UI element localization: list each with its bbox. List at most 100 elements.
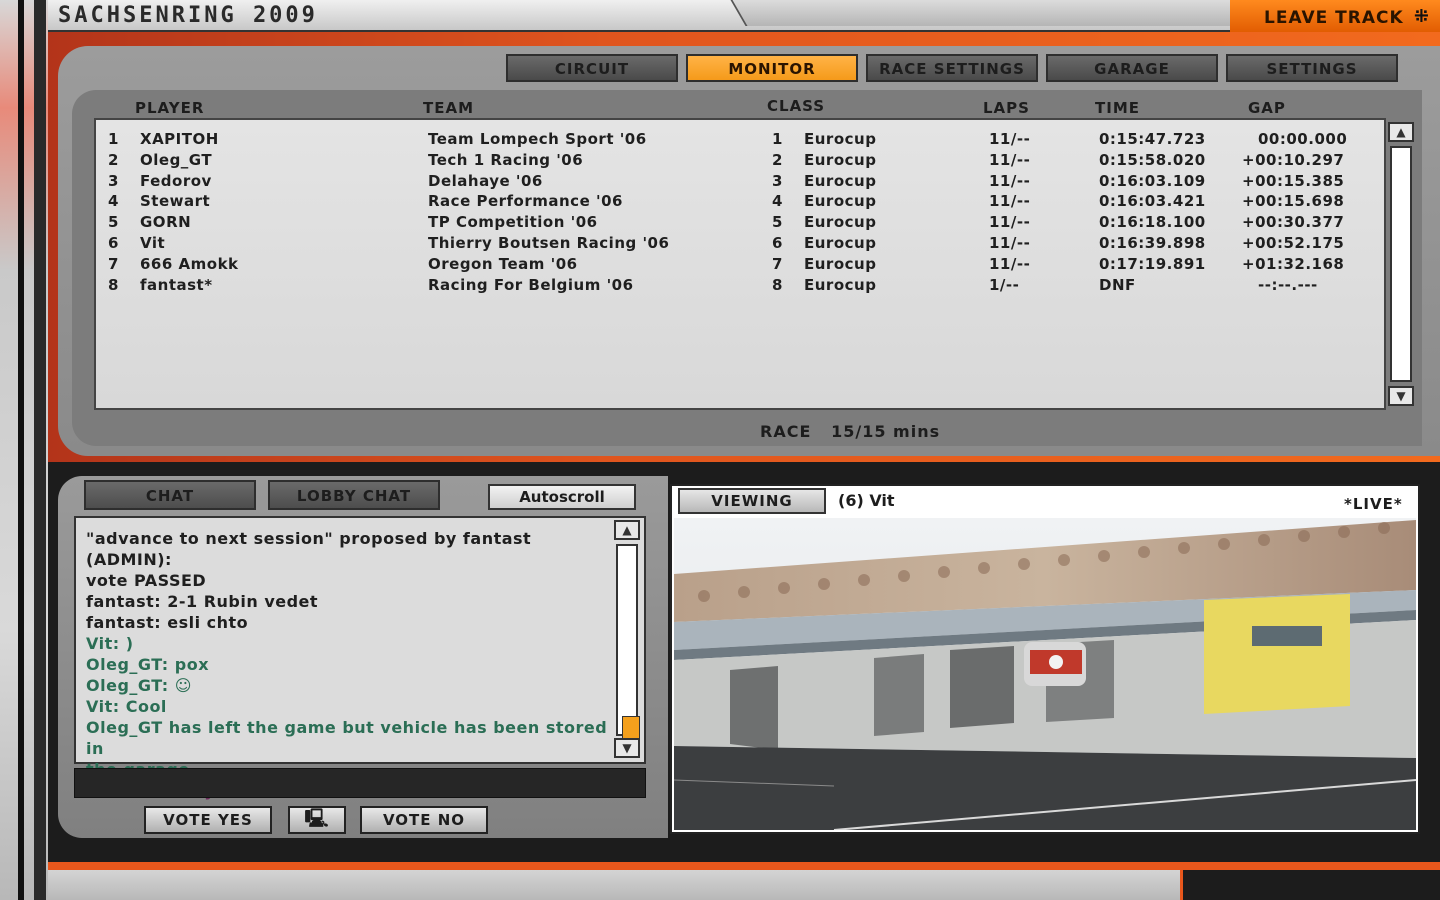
tab-chat[interactable]: CHAT — [84, 480, 256, 510]
cell-time: DNF — [1099, 275, 1136, 294]
left-strip — [0, 0, 48, 900]
cell-gap: +00:15.698 — [1242, 192, 1345, 211]
tab-monitor[interactable]: MONITOR — [686, 54, 858, 82]
viewing-target: (6) Vit — [838, 491, 895, 510]
cell-position: 7 — [108, 254, 119, 273]
table-row[interactable]: 1 XAPITOH Team Lompech Sport '06 1 Eurocup 11… — [96, 130, 1384, 151]
cell-position: 5 — [108, 213, 119, 232]
cell-laps: 11/-- — [989, 234, 1031, 252]
cell-position: 1 — [108, 130, 119, 148]
cell-time: 0:16:39.898 — [1099, 234, 1206, 252]
scroll-track[interactable] — [616, 544, 640, 752]
live-camera-view — [674, 518, 1416, 830]
cell-player: 666 Amokk — [140, 254, 239, 273]
tab-label: CHAT — [145, 487, 195, 505]
table-row[interactable]: 4 Stewart Race Performance '06 4 Eurocup 11/-… — [96, 192, 1384, 213]
leave-track-label: LEAVE TRACK — [1264, 8, 1404, 28]
tab-garage[interactable]: GARAGE — [1046, 54, 1218, 82]
tab-label: LOBBY CHAT — [296, 487, 412, 505]
cell-team: Thierry Boutsen Racing '06 — [428, 234, 670, 252]
cell-laps: 11/-- — [989, 171, 1031, 190]
table-row[interactable]: 3 Fedorov Delahaye '06 3 Eurocup 11/-- 0:16:03… — [96, 172, 1384, 193]
cell-player: Vit — [140, 234, 166, 252]
cell-laps: 11/-- — [989, 150, 1031, 169]
cell-laps: 1/-- — [989, 275, 1020, 294]
computer-icon[interactable]: 🖳 — [288, 806, 346, 834]
tab-label: CIRCUIT — [554, 60, 630, 78]
scroll-down-icon[interactable]: ▼ — [1388, 386, 1414, 406]
table-row[interactable]: 2 Oleg_GT Tech 1 Racing '06 2 Eurocup 11/-- 0:… — [96, 151, 1384, 172]
standings-scrollbar[interactable]: ▲ ▼ — [1388, 122, 1414, 406]
autoscroll-button[interactable]: Autoscroll — [488, 484, 636, 510]
cell-class: Eurocup — [804, 130, 877, 148]
cell-class: Eurocup — [804, 234, 877, 252]
leave-track-button[interactable]: LEAVE TRACK ⁜ — [1230, 0, 1440, 34]
cell-gap: +00:15.385 — [1242, 171, 1345, 190]
chat-message: Oleg_GT: ☺ — [86, 676, 192, 695]
cell-team: Team Lompech Sport '06 — [428, 130, 647, 148]
table-row[interactable]: 7 666 Amokk Oregon Team '06 7 Eurocup 11/-- 0:… — [96, 255, 1384, 276]
tab-race-settings[interactable]: RACE SETTINGS — [866, 54, 1038, 82]
vote-no-button[interactable]: VOTE NO — [360, 806, 488, 834]
table-row[interactable]: 6 Vit Thierry Boutsen Racing '06 6 Eurocup 11… — [96, 234, 1384, 255]
cell-position: 6 — [108, 234, 119, 252]
cell-team: TP Competition '06 — [428, 213, 598, 232]
chat-log: "advance to next session" proposed by fa… — [74, 516, 646, 800]
cell-gap: 00:00.000 — [1258, 130, 1348, 148]
cell-position: 8 — [108, 275, 119, 294]
cell-player: Fedorov — [140, 171, 212, 190]
cell-class-position: 5 — [772, 213, 783, 232]
tab-settings[interactable]: SETTINGS — [1226, 54, 1398, 82]
tab-circuit[interactable]: CIRCUIT — [506, 54, 678, 82]
race-info: RACE 15/15 mins — [760, 422, 940, 441]
viewing-button[interactable]: VIEWING — [678, 488, 826, 514]
tab-lobby-chat[interactable]: LOBBY CHAT — [268, 480, 440, 510]
cell-gap: +01:32.168 — [1242, 254, 1345, 273]
scroll-track[interactable] — [1390, 146, 1412, 382]
scroll-up-icon[interactable]: ▲ — [1388, 122, 1414, 142]
cell-class-position: 1 — [772, 130, 783, 148]
cell-class-position: 2 — [772, 150, 783, 169]
cell-class: Eurocup — [804, 192, 877, 211]
cell-laps: 11/-- — [989, 254, 1031, 273]
cell-team: Tech 1 Racing '06 — [428, 150, 584, 169]
chat-message: fantast: esli chto — [86, 613, 249, 632]
cell-team: Oregon Team '06 — [428, 254, 578, 273]
cell-player: fantast* — [140, 275, 213, 294]
cell-time: 0:16:03.421 — [1099, 192, 1206, 211]
cell-laps: 11/-- — [989, 192, 1031, 211]
chat-scrollbar[interactable]: ▲ ▼ — [614, 520, 640, 760]
chat-input[interactable] — [74, 768, 646, 798]
cell-class-position: 8 — [772, 275, 783, 294]
table-row[interactable]: 5 GORN TP Competition '06 5 Eurocup 11/-- 0:16… — [96, 213, 1384, 234]
column-header-gap: GAP — [1248, 99, 1286, 117]
cell-time: 0:15:58.020 — [1099, 150, 1206, 169]
left-strip-bar — [34, 0, 46, 900]
cell-time: 0:16:03.109 — [1099, 171, 1206, 190]
chat-message: Oleg_GT: pox — [86, 655, 210, 674]
cell-gap: +00:52.175 — [1242, 234, 1345, 252]
cell-position: 4 — [108, 192, 119, 211]
cell-gap: +00:30.377 — [1242, 213, 1345, 232]
live-label: *LIVE* — [1344, 495, 1403, 513]
vote-yes-button[interactable]: VOTE YES — [144, 806, 272, 834]
cell-class-position: 6 — [772, 234, 783, 252]
cell-team: Race Performance '06 — [428, 192, 623, 211]
cell-team: Delahaye '06 — [428, 171, 543, 190]
tab-label: SETTINGS — [1266, 60, 1358, 78]
cell-player: XAPITOH — [140, 130, 219, 148]
table-row[interactable]: 8 fantast* Racing For Belgium '06 8 Eurocup 1… — [96, 276, 1384, 297]
tab-label: RACE SETTINGS — [879, 60, 1025, 78]
chat-message: Oleg_GT has left the game but vehicle ha… — [86, 718, 608, 758]
cell-gap: +00:10.297 — [1242, 150, 1345, 169]
chat-lines: "advance to next session" proposed by fa… — [86, 528, 616, 801]
scroll-up-icon[interactable]: ▲ — [614, 520, 640, 540]
track-name: SACHSENRING 2009 — [58, 3, 318, 28]
cell-player: Oleg_GT — [140, 150, 213, 169]
cell-class: Eurocup — [804, 171, 877, 190]
bottom-bar-right — [1180, 870, 1440, 900]
scroll-down-icon[interactable]: ▼ — [614, 738, 640, 758]
column-header-laps: LAPS — [983, 99, 1030, 117]
column-header-player: PLAYER — [135, 99, 205, 117]
cell-class: Eurocup — [804, 275, 877, 294]
